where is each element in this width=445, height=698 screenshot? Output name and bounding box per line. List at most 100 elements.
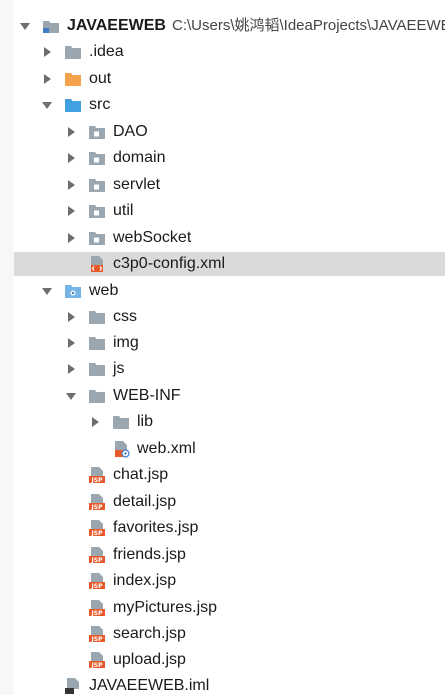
tree-row-iml-file[interactable]: JAVAEEWEB.iml	[0, 674, 445, 698]
svg-text:JSP: JSP	[91, 477, 104, 484]
tree-row-lib[interactable]: lib	[0, 410, 445, 434]
jsp-file-icon: JSP	[88, 599, 106, 617]
tree-row-web[interactable]: web	[0, 279, 445, 303]
chevron-right-icon[interactable]	[64, 231, 78, 245]
chevron-right-icon[interactable]	[64, 204, 78, 218]
tree-row-domain[interactable]: domain	[0, 146, 445, 170]
jsp-file-icon: JSP	[88, 546, 106, 564]
folder-icon	[64, 43, 82, 61]
tree-item-label: DAO	[113, 123, 148, 140]
tree-item-label: servlet	[113, 176, 161, 193]
tree-item-label: search.jsp	[113, 625, 186, 642]
tree-item-label: util	[113, 202, 134, 219]
folder-icon	[112, 413, 130, 431]
xml-file-icon	[88, 255, 106, 273]
tree-row-project-root[interactable]: JAVAEEWEB C:\Users\姚鸿韬\IdeaProjects\JAVA…	[0, 14, 445, 38]
tree-row-dao[interactable]: DAO	[0, 120, 445, 144]
tree-item-label: JAVAEEWEB.iml	[89, 677, 210, 694]
package-icon	[88, 176, 106, 194]
jsp-file-icon: JSP	[88, 572, 106, 590]
jsp-file-icon: JSP	[88, 625, 106, 643]
project-path: C:\Users\姚鸿韬\IdeaProjects\JAVAEEWEB	[171, 17, 445, 34]
tree-row-websocket[interactable]: webSocket	[0, 226, 445, 250]
folder-icon	[88, 308, 106, 326]
svg-text:JSP: JSP	[91, 662, 104, 669]
tree-item-label: img	[113, 334, 139, 351]
project-tree: JAVAEEWEB C:\Users\姚鸿韬\IdeaProjects\JAVA…	[0, 0, 445, 695]
jsp-file-icon: JSP	[88, 519, 106, 537]
tree-row-jsp-file[interactable]: JSP chat.jsp	[0, 463, 445, 487]
tree-row-c3p0-config[interactable]: c3p0-config.xml	[14, 252, 445, 276]
tree-item-label: upload.jsp	[113, 651, 186, 668]
tree-item-label: c3p0-config.xml	[113, 255, 226, 272]
tree-row-jsp-file[interactable]: JSP search.jsp	[0, 622, 445, 646]
chevron-right-icon[interactable]	[64, 151, 78, 165]
tree-row-jsp-file[interactable]: JSP index.jsp	[0, 569, 445, 593]
jsp-file-icon: JSP	[88, 651, 106, 669]
chevron-down-icon[interactable]	[18, 19, 32, 33]
tree-row-css[interactable]: css	[0, 305, 445, 329]
tree-item-label: detail.jsp	[113, 493, 177, 510]
web-folder-icon	[64, 282, 82, 300]
svg-text:JSP: JSP	[91, 504, 104, 511]
tree-item-label: web	[89, 282, 119, 299]
chevron-right-icon[interactable]	[40, 45, 54, 59]
tree-row-js[interactable]: js	[0, 357, 445, 381]
tree-row-jsp-file[interactable]: JSP friends.jsp	[0, 543, 445, 567]
tree-row-out[interactable]: out	[0, 67, 445, 91]
chevron-down-icon[interactable]	[40, 284, 54, 298]
tree-item-label: lib	[137, 413, 154, 430]
chevron-right-icon[interactable]	[40, 72, 54, 86]
svg-text:JSP: JSP	[91, 583, 104, 590]
package-icon	[88, 123, 106, 141]
source-folder-icon	[64, 96, 82, 114]
tree-row-web-xml[interactable]: web.xml	[0, 437, 445, 461]
tree-row-img[interactable]: img	[0, 331, 445, 355]
jsp-file-icon: JSP	[88, 466, 106, 484]
tree-item-label: src	[89, 96, 111, 113]
tree-item-label: css	[113, 308, 137, 325]
package-icon	[88, 202, 106, 220]
tree-item-label: index.jsp	[113, 572, 177, 589]
chevron-right-icon[interactable]	[64, 362, 78, 376]
chevron-right-icon[interactable]	[88, 415, 102, 429]
tree-row-util[interactable]: util	[0, 199, 445, 223]
web-xml-file-icon	[112, 440, 130, 458]
tree-item-label: js	[113, 360, 125, 377]
tree-item-label: chat.jsp	[113, 466, 169, 483]
jsp-file-icon: JSP	[88, 493, 106, 511]
tree-row-servlet[interactable]: servlet	[0, 173, 445, 197]
chevron-down-icon[interactable]	[64, 389, 78, 403]
tree-item-label: out	[89, 70, 112, 87]
tree-row-jsp-file[interactable]: JSP myPictures.jsp	[0, 596, 445, 620]
folder-icon	[88, 387, 106, 405]
tree-row-jsp-file[interactable]: JSP favorites.jsp	[0, 516, 445, 540]
chevron-right-icon[interactable]	[64, 310, 78, 324]
excluded-folder-icon	[64, 70, 82, 88]
tree-row-web-inf[interactable]: WEB-INF	[0, 384, 445, 408]
tree-item-label: myPictures.jsp	[113, 599, 218, 616]
chevron-down-icon[interactable]	[40, 98, 54, 112]
tree-row-jsp-file[interactable]: JSP detail.jsp	[0, 490, 445, 514]
folder-icon	[88, 334, 106, 352]
chevron-right-icon[interactable]	[64, 178, 78, 192]
tree-row-jsp-file[interactable]: JSP upload.jsp	[0, 648, 445, 672]
tree-row-src[interactable]: src	[0, 93, 445, 117]
folder-icon	[88, 360, 106, 378]
package-icon	[88, 229, 106, 247]
svg-text:JSP: JSP	[91, 610, 104, 617]
chevron-right-icon[interactable]	[64, 125, 78, 139]
tree-item-label: WEB-INF	[113, 387, 181, 404]
module-folder-icon	[42, 17, 60, 35]
tree-item-label: .idea	[89, 43, 124, 60]
svg-text:JSP: JSP	[91, 530, 104, 537]
tree-item-label: friends.jsp	[113, 546, 186, 563]
tree-row-idea[interactable]: .idea	[0, 40, 445, 64]
module-file-icon	[64, 677, 82, 695]
tree-item-label: domain	[113, 149, 166, 166]
project-name: JAVAEEWEB	[67, 17, 166, 34]
chevron-right-icon[interactable]	[64, 336, 78, 350]
svg-text:JSP: JSP	[91, 636, 104, 643]
tree-item-label: favorites.jsp	[113, 519, 199, 536]
package-icon	[88, 149, 106, 167]
